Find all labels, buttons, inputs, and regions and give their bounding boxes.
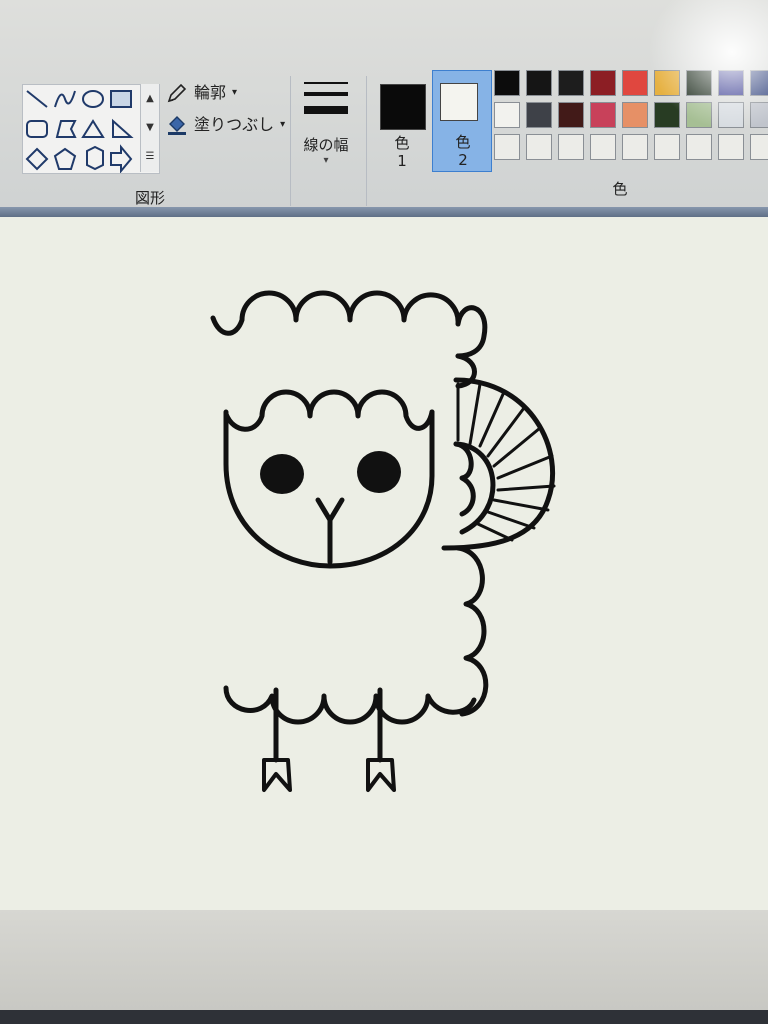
rectangle-shape-icon[interactable] (110, 90, 132, 108)
palette-color-swatch[interactable] (686, 134, 712, 160)
line-width-button[interactable]: 線の幅 ▾ (298, 76, 358, 176)
palette-color-swatch[interactable] (526, 70, 552, 96)
nose-v (315, 497, 345, 523)
palette-color-swatch[interactable] (494, 70, 520, 96)
palette-color-swatch[interactable] (558, 102, 584, 128)
head-wool-scallops (223, 389, 435, 432)
palette-color-swatch[interactable] (654, 70, 680, 96)
palette-color-swatch[interactable] (654, 102, 680, 128)
palette-color-swatch[interactable] (558, 134, 584, 160)
color1-label: 色 (394, 134, 410, 152)
paint-app-window: ▲ ▼ ☰ 輪郭 ▾ 塗りつぶし ▾ 図形 線の幅 ▾ 色 1 色 2 色 (0, 0, 768, 1024)
triangle-shape-icon[interactable] (81, 119, 105, 138)
horn-side-scallops (453, 441, 476, 517)
wool-right-lower (455, 545, 489, 717)
outline-label: 輪郭 (194, 83, 227, 102)
right-eye (357, 451, 401, 493)
color1-number: 1 (397, 152, 407, 170)
chevron-down-icon: ▾ (232, 87, 238, 98)
chevron-down-icon: ▾ (280, 119, 286, 130)
palette-color-swatch[interactable] (526, 102, 552, 128)
palette-color-swatch[interactable] (622, 70, 648, 96)
palette-color-swatch[interactable] (590, 70, 616, 96)
palette-color-swatch[interactable] (686, 102, 712, 128)
drawing-canvas[interactable] (0, 217, 768, 910)
fill-button[interactable]: 塗りつぶし ▾ (166, 112, 285, 138)
left-hoof (262, 758, 292, 792)
fill-label: 塗りつぶし (194, 115, 275, 134)
hexagon-shape-icon[interactable] (86, 145, 104, 171)
wool-bottom-outline (223, 685, 477, 725)
palette-color-swatch[interactable] (718, 102, 744, 128)
wool-top-outline (210, 290, 488, 359)
rounded-rectangle-shape-icon[interactable] (26, 120, 48, 138)
scroll-down-icon[interactable]: ▼ (141, 113, 159, 142)
palette-color-swatch[interactable] (750, 70, 768, 96)
palette-color-swatch[interactable] (622, 102, 648, 128)
oval-shape-icon[interactable] (82, 90, 104, 108)
right-triangle-shape-icon[interactable] (112, 118, 134, 138)
line-width-label: 線の幅 (303, 136, 349, 154)
outline-button[interactable]: 輪郭 ▾ (166, 80, 237, 106)
curve-shape-icon[interactable] (54, 90, 76, 108)
palette-color-swatch[interactable] (590, 102, 616, 128)
polygon-shape-icon[interactable] (55, 120, 77, 138)
color2-swatch (440, 83, 478, 121)
shapes-gallery-scroll: ▲ ▼ ☰ (140, 84, 159, 172)
color-group-label: 色 (612, 180, 628, 198)
color2-button[interactable]: 色 2 (432, 70, 492, 172)
group-separator (290, 76, 291, 206)
shapes-grid (25, 90, 134, 174)
paint-bucket-icon (168, 116, 186, 135)
palette-color-swatch[interactable] (750, 134, 768, 160)
pentagon-shape-icon[interactable] (53, 147, 77, 170)
group-separator (366, 76, 367, 206)
color2-label: 色 (455, 133, 471, 151)
monitor-bezel (0, 1010, 768, 1024)
ribbon: ▲ ▼ ☰ 輪郭 ▾ 塗りつぶし ▾ 図形 線の幅 ▾ 色 1 色 2 色 (0, 0, 768, 214)
gallery-expand-icon[interactable]: ☰ (141, 142, 159, 171)
color1-swatch (380, 84, 426, 130)
palette-color-swatch[interactable] (526, 134, 552, 160)
color1-button[interactable]: 色 1 (372, 76, 432, 176)
palette-color-swatch[interactable] (622, 134, 648, 160)
palette-color-swatch[interactable] (718, 134, 744, 160)
palette-color-swatch[interactable] (654, 134, 680, 160)
sheep-drawing (210, 290, 556, 792)
palette-color-swatch[interactable] (750, 102, 768, 128)
palette-color-swatch[interactable] (590, 134, 616, 160)
diamond-shape-icon[interactable] (25, 147, 49, 171)
shapes-group-label: 図形 (134, 189, 165, 207)
palette-color-swatch[interactable] (686, 70, 712, 96)
line-width-icon (304, 82, 348, 114)
right-arrow-shape-icon[interactable] (110, 144, 133, 174)
line-shape-icon[interactable] (26, 90, 48, 108)
palette-color-swatch[interactable] (558, 70, 584, 96)
pencil-icon (167, 83, 187, 103)
status-bar (0, 910, 768, 1024)
color2-number: 2 (458, 151, 468, 169)
right-hoof (366, 758, 396, 792)
chevron-down-icon: ▾ (323, 155, 329, 166)
palette-color-swatch[interactable] (494, 134, 520, 160)
ribbon-border (0, 207, 768, 217)
palette-color-swatch[interactable] (494, 102, 520, 128)
palette-color-swatch[interactable] (718, 70, 744, 96)
scroll-up-icon[interactable]: ▲ (141, 84, 159, 113)
left-eye (260, 454, 304, 494)
